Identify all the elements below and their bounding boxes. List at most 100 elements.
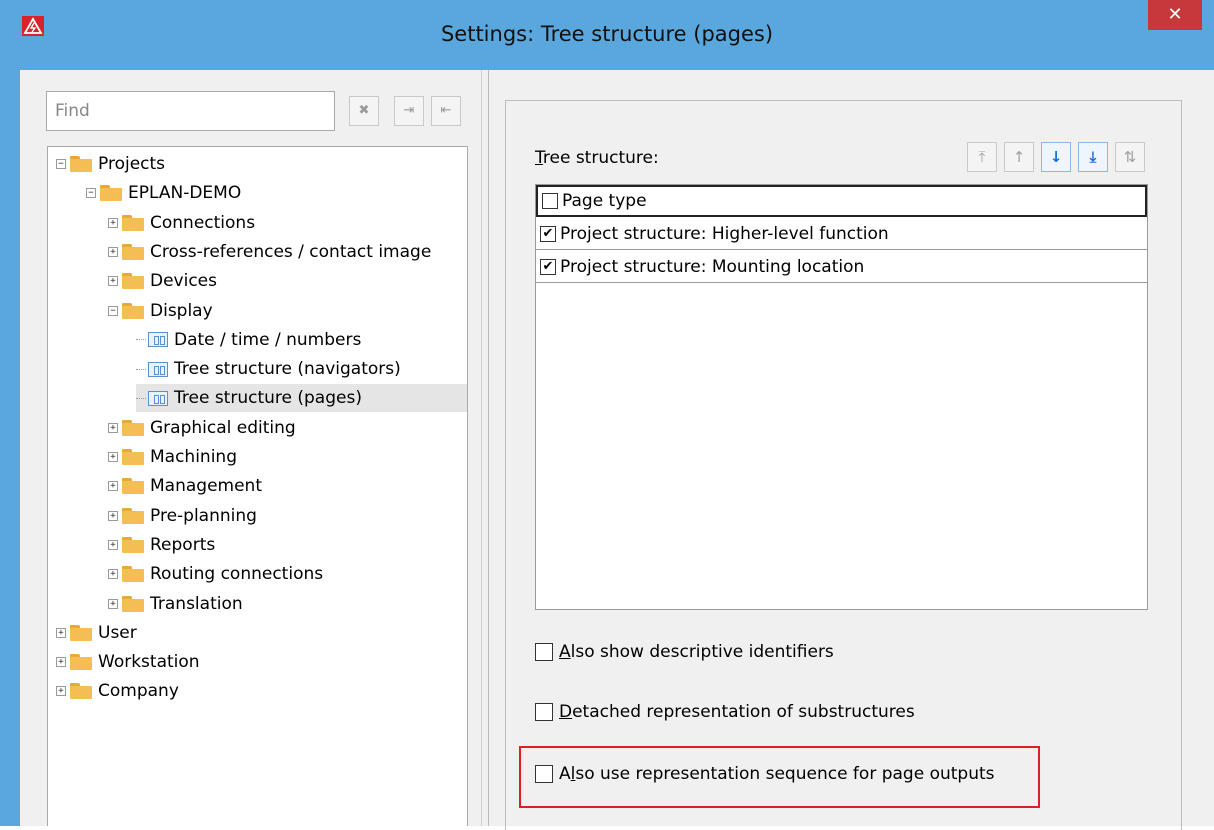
folder-icon: [122, 595, 144, 612]
folder-icon: [122, 507, 144, 524]
structure-checkbox[interactable]: ✔: [540, 258, 556, 275]
move-top-icon: ⤒: [978, 148, 986, 166]
tree-item[interactable]: + Company: [56, 677, 179, 705]
structure-row[interactable]: ✔ Project structure: Mounting location: [536, 251, 1147, 283]
structure-checkbox[interactable]: ✔: [540, 225, 556, 242]
tree-item[interactable]: + Reports: [108, 531, 215, 559]
tree-item-label: Graphical editing: [150, 417, 296, 438]
expand-icon[interactable]: +: [108, 246, 118, 257]
move-up-button[interactable]: ↑: [1004, 142, 1034, 172]
find-input[interactable]: [46, 91, 335, 131]
structure-row[interactable]: Page type: [536, 185, 1147, 217]
structure-label: Page type: [562, 191, 647, 211]
tree-item[interactable]: + Machining: [108, 443, 237, 471]
option-checkbox-row[interactable]: Also use representation sequence for pag…: [535, 764, 995, 784]
expand-icon[interactable]: +: [108, 510, 118, 521]
move-bottom-icon: ⤓: [1089, 148, 1097, 166]
option-checkbox[interactable]: [535, 703, 553, 721]
tree-item[interactable]: Date / time / numbers: [136, 326, 361, 354]
tree-item[interactable]: + Graphical editing: [108, 414, 296, 442]
option-label: Detached representation of substructures: [559, 702, 915, 722]
window-title: Settings: Tree structure (pages): [440, 22, 774, 46]
folder-icon: [70, 156, 92, 172]
title-bar[interactable]: Settings: Tree structure (pages) ✕: [0, 0, 1214, 70]
tree-item[interactable]: + Management: [108, 472, 262, 500]
tree-item-label: Pre-planning: [150, 505, 257, 526]
folder-icon: [122, 536, 144, 553]
tree-item[interactable]: + Connections: [108, 209, 255, 237]
tree-structure-label: Tree structure:: [535, 148, 659, 168]
find-next-button[interactable]: ⇥: [394, 96, 424, 126]
close-button[interactable]: ✕: [1148, 0, 1202, 30]
expand-icon[interactable]: +: [56, 686, 66, 697]
clear-find-button[interactable]: ✖: [349, 96, 379, 126]
collapse-icon[interactable]: −: [56, 159, 66, 169]
expand-icon[interactable]: +: [56, 657, 66, 668]
collapse-icon[interactable]: −: [86, 188, 96, 199]
folder-icon: [122, 302, 144, 319]
tree-item[interactable]: Tree structure (navigators): [136, 355, 401, 383]
expand-icon[interactable]: +: [108, 481, 118, 492]
settings-page-icon: [148, 390, 168, 406]
move-down-button[interactable]: ↓: [1041, 142, 1071, 172]
settings-window: Settings: Tree structure (pages) ✕ ✖ ⇥ ⇤…: [0, 0, 1214, 830]
folder-icon: [122, 419, 144, 436]
tree-item[interactable]: Tree structure (pages): [136, 384, 467, 413]
tree-item[interactable]: + Routing connections: [108, 560, 323, 588]
folder-icon: [122, 214, 144, 231]
find-previous-button[interactable]: ⇤: [431, 96, 461, 126]
expand-icon[interactable]: +: [108, 217, 118, 228]
expand-icon[interactable]: +: [108, 539, 118, 550]
expand-icon[interactable]: +: [56, 627, 66, 638]
option-checkbox-row[interactable]: Detached representation of substructures: [535, 702, 915, 722]
tree-item-label: Management: [150, 476, 262, 497]
tree-item[interactable]: − Display: [108, 297, 213, 325]
tree-item-label: User: [98, 622, 137, 643]
tree-item[interactable]: − EPLAN-DEMO: [86, 179, 241, 207]
option-label: Also show descriptive identifiers: [559, 642, 834, 662]
tree-item-label: Display: [150, 300, 213, 321]
folder-icon: [122, 478, 144, 495]
expand-icon[interactable]: +: [108, 598, 118, 609]
expand-icon[interactable]: +: [108, 452, 118, 462]
tree-item-label: Tree structure (navigators): [174, 359, 401, 380]
option-checkbox-row[interactable]: Also show descriptive identifiers: [535, 642, 834, 662]
option-checkbox[interactable]: [535, 765, 553, 783]
structure-checkbox[interactable]: [542, 193, 558, 209]
settings-navigation-pane: ✖ ⇥ ⇤ − Projects − EPLAN-DEMO + Connections + C…: [20, 70, 481, 826]
tree-item[interactable]: + Workstation: [56, 648, 200, 676]
settings-page-icon: [148, 332, 168, 348]
tree-item-label: Devices: [150, 271, 217, 292]
tree-structure-list[interactable]: Page type ✔ Project structure: Higher-leve…: [535, 184, 1148, 610]
folder-icon: [70, 654, 92, 671]
option-checkbox[interactable]: [535, 643, 553, 661]
settings-page-icon: [148, 361, 168, 377]
move-up-icon: ↑: [1012, 148, 1026, 166]
move-top-button[interactable]: ⤒: [967, 142, 997, 172]
dialog-client-area: ✖ ⇥ ⇤ − Projects − EPLAN-DEMO + Connections + C…: [20, 70, 1214, 830]
tree-item-label: Workstation: [98, 652, 200, 673]
tree-item-label: Date / time / numbers: [174, 329, 362, 350]
close-icon: ✕: [1167, 4, 1183, 25]
tree-item[interactable]: + Translation: [108, 590, 243, 618]
settings-tree[interactable]: − Projects − EPLAN-DEMO + Connections + Cross-r…: [47, 146, 468, 826]
folder-icon: [100, 185, 122, 202]
tree-item[interactable]: − Projects: [56, 150, 165, 178]
expand-icon[interactable]: +: [108, 569, 118, 580]
tree-item-label: Reports: [150, 534, 216, 555]
tree-item[interactable]: + Cross-references / contact image: [108, 238, 431, 266]
tree-item[interactable]: + User: [56, 619, 137, 647]
tree-item[interactable]: + Pre-planning: [108, 502, 257, 530]
clear-find-icon: ✖: [358, 103, 370, 118]
move-bottom-button[interactable]: ⤓: [1078, 142, 1108, 172]
collapse-icon[interactable]: −: [108, 305, 118, 316]
tree-item[interactable]: + Devices: [108, 267, 217, 295]
option-label: Also use representation sequence for pag…: [559, 764, 995, 784]
pane-splitter[interactable]: [481, 70, 489, 826]
sort-button[interactable]: ⇅: [1115, 142, 1145, 172]
tree-item-label: Connections: [150, 212, 256, 233]
folder-icon: [122, 566, 144, 583]
structure-row[interactable]: ✔ Project structure: Higher-level functio…: [536, 218, 1147, 250]
expand-icon[interactable]: +: [108, 276, 118, 287]
expand-icon[interactable]: +: [108, 422, 118, 433]
